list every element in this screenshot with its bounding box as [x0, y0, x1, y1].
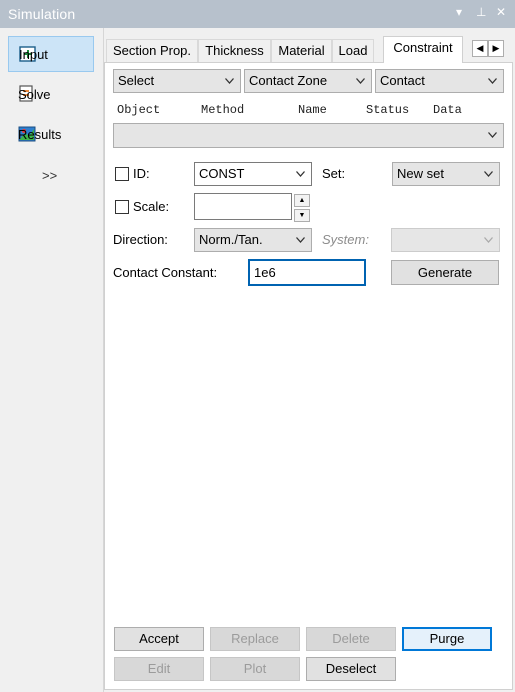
contact-zone-value: Contact Zone [249, 73, 328, 88]
column-header-status: Status [366, 103, 410, 117]
main-panel: Section Prop. Thickness Material Load Co… [103, 28, 515, 692]
contact-zone-dropdown[interactable]: Contact Zone [244, 69, 372, 93]
scale-spinner[interactable]: ▲ ▼ [294, 194, 310, 222]
chevron-down-icon [296, 237, 305, 243]
system-dropdown [391, 228, 500, 252]
close-icon[interactable]: ✕ [496, 5, 506, 19]
window-title: Simulation [8, 6, 76, 22]
sidebar-item-label: Results [18, 126, 62, 142]
tab-constraint[interactable]: Constraint [383, 36, 463, 63]
contact-constant-input[interactable]: 1e6 [248, 259, 366, 286]
column-header-object: Object [117, 103, 161, 117]
delete-button[interactable]: Delete [306, 627, 396, 651]
tab-strip: Section Prop. Thickness Material Load Co… [104, 36, 515, 63]
expand-sidebar-button[interactable]: >> [42, 168, 57, 183]
scale-input[interactable] [194, 193, 292, 220]
set-dropdown[interactable]: New set [392, 162, 500, 186]
dropdown-icon[interactable]: ▾ [456, 5, 462, 19]
generate-button[interactable]: Generate [391, 260, 499, 285]
tab-material[interactable]: Material [271, 39, 332, 62]
sidebar-item-label: Input [19, 46, 48, 62]
set-dropdown-value: New set [397, 166, 444, 181]
set-label: Set: [322, 166, 346, 181]
accept-button[interactable]: Accept [114, 627, 204, 651]
chevron-down-icon [484, 171, 493, 177]
chevron-down-icon [296, 171, 305, 177]
purge-button[interactable]: Purge [402, 627, 492, 651]
scale-label: Scale: [133, 199, 170, 214]
chevron-down-icon [484, 237, 493, 243]
select-dropdown-value: Select [118, 73, 155, 88]
id-dropdown[interactable]: CONST [194, 162, 312, 186]
id-checkbox[interactable] [115, 167, 129, 181]
sidebar-item-results[interactable]: Results [8, 116, 94, 152]
sidebar-item-input[interactable]: Input [8, 36, 94, 72]
pin-icon[interactable]: ⊥ [476, 5, 486, 19]
plot-button[interactable]: Plot [210, 657, 300, 681]
replace-button[interactable]: Replace [210, 627, 300, 651]
direction-dropdown-value: Norm./Tan. [199, 232, 263, 247]
deselect-button[interactable]: Deselect [306, 657, 396, 681]
contact-constant-label: Contact Constant: [113, 265, 218, 280]
sidebar: Input Solve Results >> [0, 28, 103, 692]
id-label: ID: [133, 166, 150, 181]
tab-scroll-left-icon[interactable]: ◀ [472, 40, 488, 57]
tab-section-prop[interactable]: Section Prop. [106, 39, 198, 62]
column-header-name: Name [298, 103, 327, 117]
chevron-down-icon [488, 132, 497, 138]
window-title-bar: Simulation ▾ ⊥ ✕ [0, 0, 515, 28]
edit-button[interactable]: Edit [114, 657, 204, 681]
direction-dropdown[interactable]: Norm./Tan. [194, 228, 312, 252]
contact-type-value: Contact [380, 73, 425, 88]
column-header-data: Data [433, 103, 462, 117]
system-label: System: [322, 232, 369, 247]
constraint-panel: Select Contact Zone Contact Object Metho… [104, 62, 513, 690]
tab-thickness[interactable]: Thickness [198, 39, 271, 62]
chevron-down-icon [356, 78, 365, 84]
chevron-down-icon [225, 78, 234, 84]
id-dropdown-value: CONST [199, 166, 245, 181]
spin-up-icon[interactable]: ▲ [294, 194, 310, 207]
constraint-list-dropdown[interactable] [113, 123, 504, 148]
chevron-down-icon [488, 78, 497, 84]
direction-label: Direction: [113, 232, 168, 247]
column-header-method: Method [201, 103, 245, 117]
contact-type-dropdown[interactable]: Contact [375, 69, 504, 93]
tab-scroll-right-icon[interactable]: ▶ [488, 40, 504, 57]
tab-load[interactable]: Load [332, 39, 374, 62]
sidebar-item-label: Solve [18, 86, 51, 102]
spin-down-icon[interactable]: ▼ [294, 209, 310, 222]
scale-checkbox[interactable] [115, 200, 129, 214]
select-dropdown[interactable]: Select [113, 69, 241, 93]
sidebar-item-solve[interactable]: Solve [8, 76, 94, 112]
